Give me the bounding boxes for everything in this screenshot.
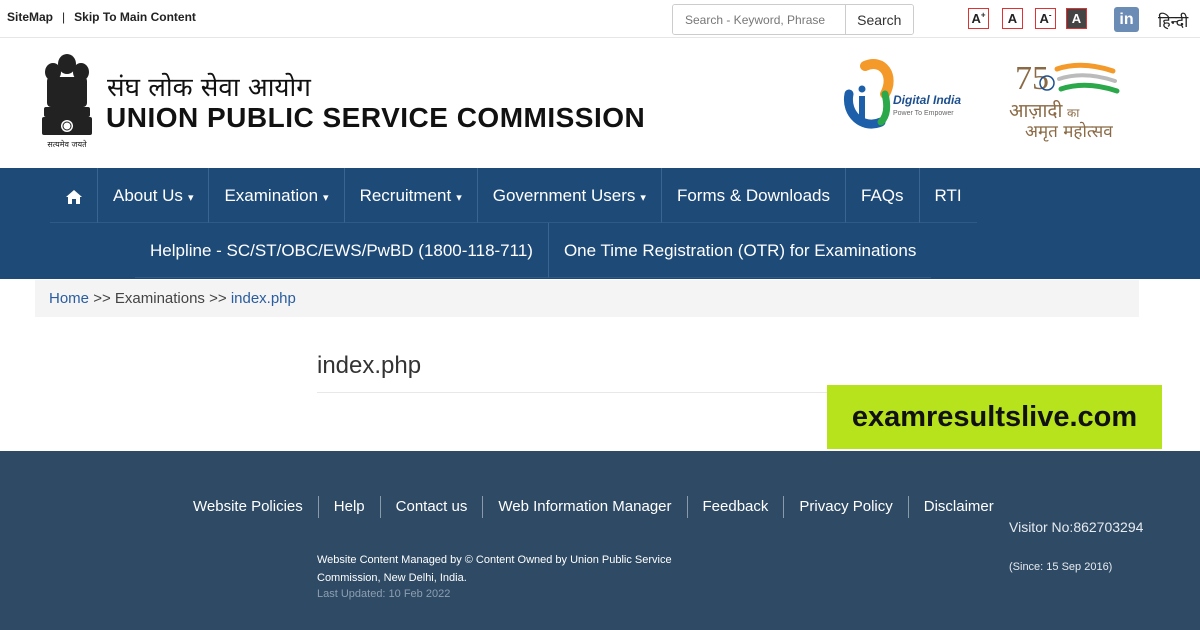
watermark-banner: examresultslive.com: [827, 385, 1162, 449]
footer-link-disclaimer[interactable]: Disclaimer: [909, 496, 1009, 518]
site-title-hindi: संघ लोक सेवा आयोग: [107, 73, 311, 103]
font-normal-button[interactable]: A: [1002, 8, 1023, 29]
nav-faqs[interactable]: FAQs: [846, 168, 920, 223]
footer-link-feedback[interactable]: Feedback: [688, 496, 785, 518]
emblem-caption: सत्यमेव जयते: [47, 139, 87, 149]
language-toggle-link[interactable]: हिन्दी: [1158, 10, 1188, 32]
nav-rti[interactable]: RTI: [919, 168, 977, 223]
azadi-75-text: 75: [1015, 60, 1049, 97]
nav-helpline[interactable]: Helpline - SC/ST/OBC/EWS/PwBD (1800-118-…: [135, 223, 549, 278]
chevron-down-icon: ▾: [187, 192, 194, 204]
font-decrease-button[interactable]: A-: [1035, 8, 1056, 29]
font-increase-button[interactable]: A+: [968, 8, 989, 29]
footer-link-privacy-policy[interactable]: Privacy Policy: [784, 496, 909, 518]
nav-government-users[interactable]: Government Users ▾: [477, 168, 662, 223]
breadcrumb-home-link[interactable]: Home: [49, 290, 89, 307]
nav-forms-downloads[interactable]: Forms & Downloads: [661, 168, 846, 223]
azadi-line1-text: आज़ादी: [1009, 99, 1064, 122]
page-title: index.php: [317, 352, 422, 379]
nav-recruitment[interactable]: Recruitment ▾: [344, 168, 478, 223]
digital-india-text: Digital India: [893, 93, 961, 107]
footer-links: Website Policies Help Contact us Web Inf…: [178, 496, 1009, 518]
nav-otr[interactable]: One Time Registration (OTR) for Examinat…: [548, 223, 932, 278]
chevron-down-icon: ▾: [640, 192, 646, 204]
breadcrumb-separator: >>: [93, 290, 111, 307]
footer-link-web-information-manager[interactable]: Web Information Manager: [483, 496, 688, 518]
search-box: Search: [672, 4, 914, 35]
footer: Website Policies Help Contact us Web Inf…: [0, 451, 1200, 630]
chevron-down-icon: ▾: [456, 192, 462, 204]
footer-managed-text: Website Content Managed by © Content Own…: [317, 554, 672, 584]
digital-india-logo[interactable]: Digital India Power To Empower: [835, 58, 965, 136]
digital-india-tagline: Power To Empower: [893, 110, 954, 117]
nav-home[interactable]: [50, 168, 98, 223]
breadcrumb-separator: >>: [209, 290, 227, 307]
breadcrumb-examinations: Examinations: [114, 290, 205, 307]
national-emblem-icon: सत्यमेव जयते: [42, 54, 92, 149]
top-utility-bar: SiteMap | Skip To Main Content Search A+ A…: [0, 0, 1200, 38]
nav-examination[interactable]: Examination ▾: [209, 168, 345, 223]
site-title-english: UNION PUBLIC SERVICE COMMISSION: [106, 102, 646, 133]
sitemap-link[interactable]: SiteMap: [7, 10, 53, 24]
home-icon: [66, 189, 82, 204]
breadcrumb-current[interactable]: index.php: [231, 290, 296, 307]
nav-row-secondary: Helpline - SC/ST/OBC/EWS/PwBD (1800-118-…: [135, 223, 932, 278]
search-input[interactable]: [673, 5, 845, 34]
azadi-ka-text: का: [1067, 106, 1080, 120]
search-button[interactable]: Search: [844, 5, 913, 34]
footer-link-contact-us[interactable]: Contact us: [381, 496, 484, 518]
footer-link-help[interactable]: Help: [319, 496, 381, 518]
footer-last-updated: Last Updated: 10 Feb 2022: [317, 588, 451, 600]
azadi-ka-amrit-mahotsav-logo: 75 आज़ादी का अमृत महोत्सव: [1009, 60, 1120, 142]
visitor-since: (Since: 15 Sep 2016): [1009, 561, 1113, 573]
high-contrast-button[interactable]: A: [1066, 8, 1087, 29]
footer-link-website-policies[interactable]: Website Policies: [178, 496, 319, 518]
breadcrumb: Home >> Examinations >> index.php: [35, 280, 1139, 317]
linkedin-icon[interactable]: in: [1114, 7, 1139, 32]
nav-about-us[interactable]: About Us ▾: [98, 168, 210, 223]
azadi-line2-text: अमृत महोत्सव: [1025, 121, 1113, 142]
visitor-counter: Visitor No:862703294: [1009, 519, 1144, 535]
nav-row-primary: About Us ▾ Examination ▾ Recruitment ▾ Gove…: [50, 168, 977, 223]
main-navigation: About Us ▾ Examination ▾ Recruitment ▾ Gove…: [0, 168, 1200, 279]
chevron-down-icon: ▾: [323, 192, 329, 204]
top-links-separator: |: [62, 10, 66, 24]
skip-to-content-link[interactable]: Skip To Main Content: [74, 10, 196, 24]
top-links: SiteMap | Skip To Main Content: [7, 10, 196, 24]
